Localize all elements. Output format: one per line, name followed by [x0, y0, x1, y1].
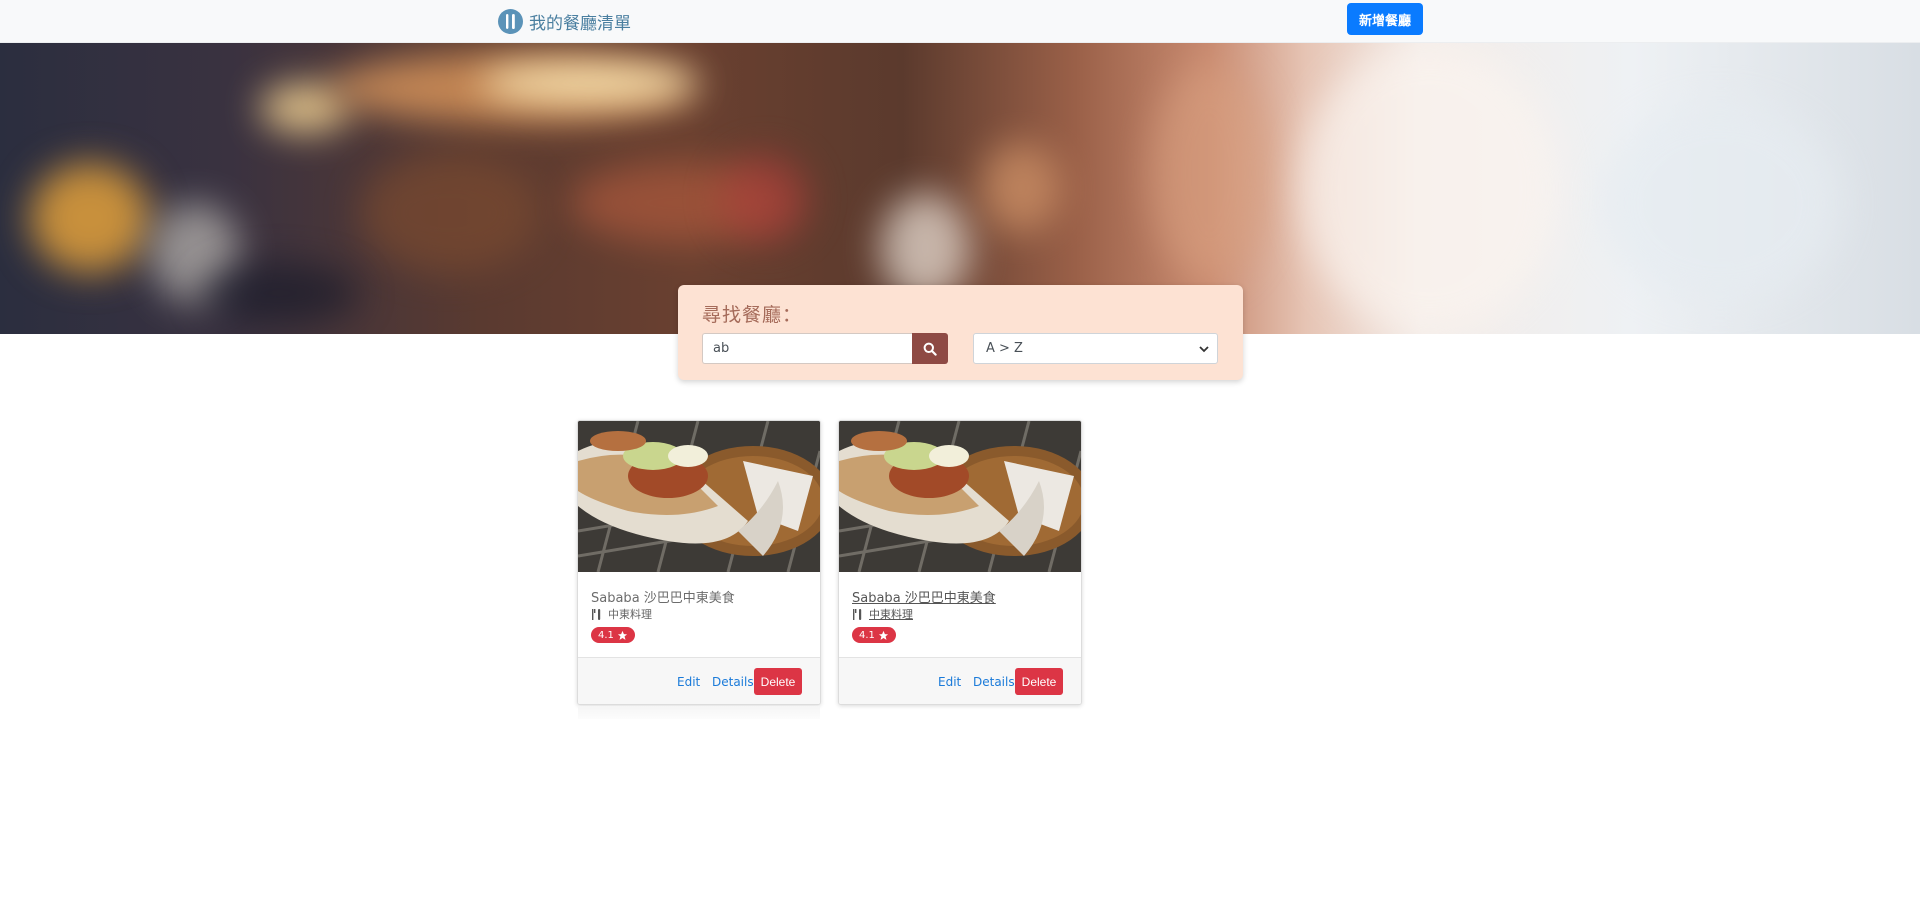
star-icon [878, 630, 888, 640]
category-label: 中東料理 [869, 608, 913, 621]
rating-badge: 4.1 [852, 627, 896, 643]
search-title: 尋找餐廳： [702, 304, 803, 326]
search-icon [923, 342, 937, 356]
brand-label: 我的餐廳清單 [529, 13, 631, 34]
rating-value: 4.1 [859, 629, 875, 641]
restaurant-category: 中東料理 [591, 606, 652, 622]
search-button[interactable] [912, 333, 948, 364]
restaurant-category: 中東料理 [852, 606, 913, 622]
restaurant-photo[interactable] [578, 421, 820, 572]
category-label: 中東料理 [608, 608, 652, 621]
chevron-down-icon [1199, 346, 1209, 353]
delete-button[interactable]: Delete [1015, 668, 1063, 695]
restaurant-photo[interactable] [839, 421, 1081, 572]
restaurant-name[interactable]: Sababa 沙巴巴中東美食 [591, 587, 735, 606]
restaurant-name[interactable]: Sababa 沙巴巴中東美食 [852, 587, 996, 606]
card-shadow-strip [578, 706, 820, 719]
brand-link[interactable]: 我的餐廳清單 [498, 7, 631, 35]
utensils-icon [592, 608, 601, 620]
details-link[interactable]: Details [973, 675, 1015, 689]
delete-button[interactable]: Delete [754, 668, 802, 695]
details-link[interactable]: Details [712, 675, 754, 689]
search-panel: 尋找餐廳： A > Z [678, 285, 1243, 380]
restaurant-card[interactable]: Sababa 沙巴巴中東美食 中東料理 4.1 Edit Details Del… [838, 420, 1082, 705]
rating-badge: 4.1 [591, 627, 635, 643]
utensils-icon [853, 608, 862, 620]
edit-link[interactable]: Edit [938, 675, 961, 689]
sort-selected-value: A > Z [986, 341, 1023, 356]
card-footer: Edit Details Delete [578, 657, 820, 704]
sort-select[interactable]: A > Z [973, 333, 1218, 364]
utensils-icon [498, 8, 523, 34]
edit-link[interactable]: Edit [677, 675, 700, 689]
search-input[interactable] [702, 333, 913, 364]
restaurant-card[interactable]: Sababa 沙巴巴中東美食 中東料理 4.1 Edit Details Del… [577, 420, 821, 705]
top-navbar: 我的餐廳清單 新增餐廳 [0, 0, 1920, 43]
add-restaurant-button[interactable]: 新增餐廳 [1347, 3, 1423, 35]
rating-value: 4.1 [598, 629, 614, 641]
star-icon [617, 630, 627, 640]
card-footer: Edit Details Delete [839, 657, 1081, 704]
